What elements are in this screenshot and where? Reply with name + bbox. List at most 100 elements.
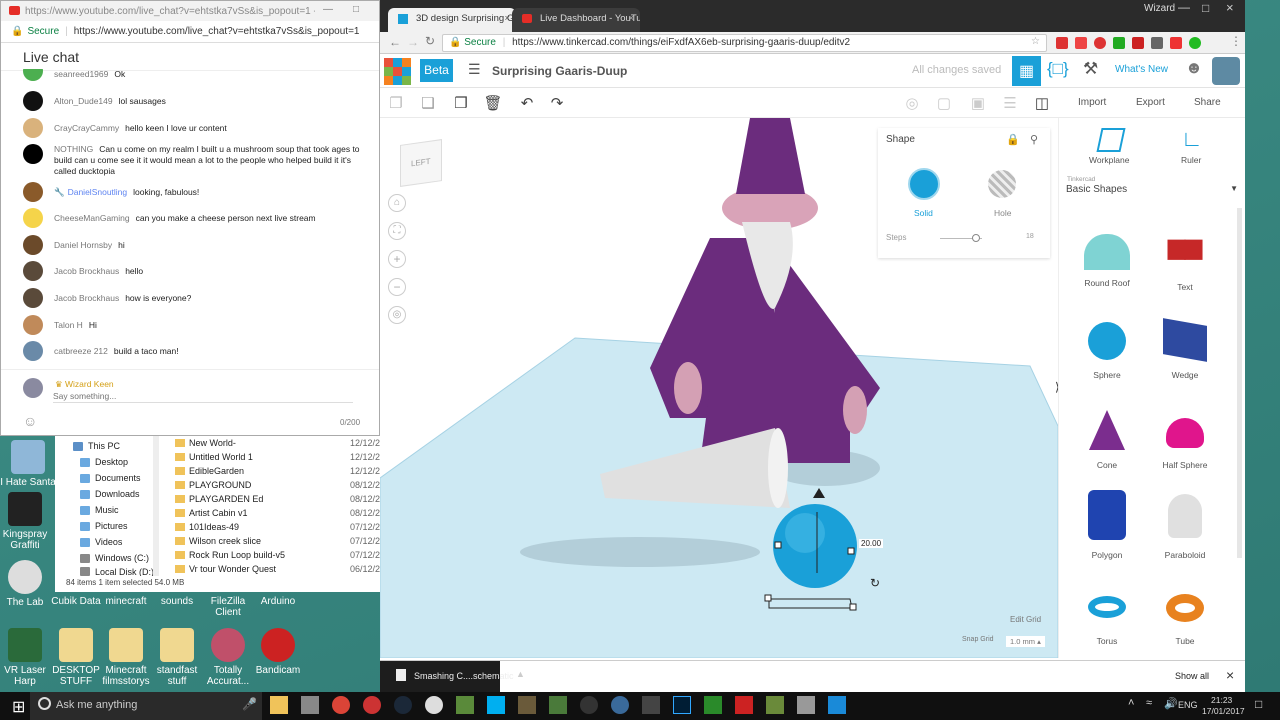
clock-date[interactable]: 17/01/2017 [1202, 706, 1245, 716]
paste-icon[interactable]: ❑ [417, 94, 439, 114]
perspective-icon[interactable]: ◎ [388, 306, 406, 324]
extension-icon[interactable] [1151, 37, 1163, 49]
avatar[interactable] [23, 341, 43, 361]
desktop-icon[interactable]: Arduino [248, 596, 308, 607]
bandicam-icon[interactable] [363, 696, 381, 714]
reload-icon[interactable]: ↻ [425, 34, 435, 48]
share-button[interactable]: Share [1194, 97, 1221, 108]
zoom-out-icon[interactable]: − [388, 278, 406, 296]
chrome-icon[interactable] [332, 696, 350, 714]
emoji-icon[interactable]: ☺ [23, 413, 37, 429]
app-icon[interactable] [735, 696, 753, 714]
extension-icon[interactable] [1075, 37, 1087, 49]
app-icon[interactable] [518, 696, 536, 714]
align-icon[interactable]: ☰ [999, 94, 1021, 114]
extension-icon[interactable] [1189, 37, 1201, 49]
shape-round-roof[interactable]: Round Roof [1067, 234, 1147, 288]
extension-icon[interactable] [1132, 37, 1144, 49]
resize-handle[interactable] [774, 541, 782, 549]
undo-icon[interactable]: ↶ [516, 94, 538, 114]
shape-sphere[interactable]: Sphere [1067, 322, 1147, 380]
ruler-icon[interactable]: ∟ [1181, 126, 1203, 152]
rotate-handle-icon[interactable]: ↻ [870, 576, 880, 590]
import-button[interactable]: Import [1078, 97, 1106, 108]
shape-half-sphere[interactable]: Half Sphere [1145, 410, 1225, 470]
show-all-button[interactable]: Show all [1170, 666, 1214, 686]
avatar[interactable] [23, 208, 43, 228]
light-icon[interactable]: ◎ [901, 94, 923, 114]
mic-icon[interactable]: 🎤 [242, 697, 257, 711]
avatar[interactable] [23, 288, 43, 308]
app-icon[interactable] [642, 696, 660, 714]
slider-knob[interactable] [971, 234, 980, 242]
maximize-icon[interactable]: □ [1202, 1, 1209, 15]
address-bar[interactable]: 🔒 Secure | https://www.youtube.com/live_… [1, 21, 379, 43]
avatar[interactable] [23, 144, 43, 164]
clock-time[interactable]: 21:23 [1211, 695, 1232, 705]
design-name[interactable]: Surprising Gaaris-Duup [492, 64, 627, 78]
avatar[interactable] [23, 69, 43, 81]
whats-new-link[interactable]: What's New [1115, 64, 1168, 75]
file-row[interactable]: New World- 12/12/2 [175, 436, 380, 450]
shape-polygon[interactable]: Polygon [1067, 490, 1147, 560]
wizard-hat[interactable] [736, 118, 805, 194]
shape-torus[interactable]: Torus [1067, 590, 1147, 646]
grid-view-button[interactable]: ▦ [1012, 56, 1041, 86]
chat-input[interactable] [53, 390, 353, 403]
resize-handle[interactable] [764, 594, 772, 602]
file-row[interactable]: 101Ideas-49 07/12/2 [175, 520, 380, 534]
group-icon[interactable]: ▢ [933, 94, 955, 114]
avatar[interactable] [23, 235, 43, 255]
tab-dashboard[interactable]: Live Dashboard - YouTu... × [512, 8, 640, 32]
photoshop-icon[interactable] [673, 696, 691, 714]
file-row[interactable]: Vr tour Wonder Quest 06/12/2 [175, 562, 380, 576]
ruler-label[interactable]: Ruler [1181, 155, 1201, 165]
user-avatar[interactable] [1212, 57, 1240, 85]
shape-text[interactable]: ▆▆ Text [1145, 234, 1225, 292]
app-icon[interactable] [766, 696, 784, 714]
language-indicator[interactable]: ENG [1178, 700, 1198, 710]
desktop-icon[interactable]: I Hate Santa [0, 440, 58, 488]
app-icon[interactable] [828, 696, 846, 714]
trash-icon[interactable]: 🗑 [482, 94, 504, 114]
lock-icon[interactable]: 🔒 [1006, 133, 1020, 146]
address-bar[interactable]: ← → ↻ 🔒 Secure | https://www.tinkercad.c… [380, 32, 1245, 54]
tree-item[interactable]: Windows (C:) [80, 551, 149, 565]
solid-option[interactable] [908, 168, 940, 200]
skype-icon[interactable] [487, 696, 505, 714]
shape-paraboloid[interactable]: Paraboloid [1145, 490, 1225, 560]
view-cube[interactable]: LEFT [400, 139, 442, 187]
avatar[interactable] [23, 315, 43, 335]
search-box[interactable]: Ask me anything 🎤 [30, 692, 262, 720]
avatar[interactable] [23, 182, 43, 202]
back-icon[interactable]: ← [389, 35, 401, 49]
tree-item[interactable]: Local Disk (D:) [80, 567, 154, 576]
file-row[interactable]: Artist Cabin v1 08/12/2 [175, 506, 380, 520]
zoom-in-icon[interactable]: + [388, 250, 406, 268]
fit-view-icon[interactable]: ⛶ [388, 222, 406, 240]
file-row[interactable]: Wilson creek slice 07/12/2 [175, 534, 380, 548]
workplane-label[interactable]: Workplane [1089, 155, 1129, 165]
duplicate-icon[interactable]: ❒ [450, 94, 472, 114]
windows-start-icon[interactable]: ⊞ [12, 697, 25, 717]
desktop-icon[interactable]: Bandicam [248, 628, 308, 676]
dimension-label[interactable]: 20.00 [859, 539, 884, 548]
file-row[interactable]: PLAYGARDEN Ed 08/12/2 [175, 492, 380, 506]
wifi-icon[interactable]: ≈ [1146, 697, 1152, 709]
copy-icon[interactable]: ❐ [385, 94, 407, 114]
extension-icon[interactable] [1056, 37, 1068, 49]
file-row[interactable]: EdibleGarden 12/12/2 [175, 464, 380, 478]
extension-icon[interactable] [1170, 37, 1182, 49]
chevron-up-icon[interactable]: ▲ [516, 669, 525, 679]
app-icon[interactable] [611, 696, 629, 714]
url-field[interactable]: 🔒 Secure | https://www.tinkercad.com/thi… [442, 34, 1047, 52]
github-icon[interactable] [580, 696, 598, 714]
hole-option[interactable] [988, 170, 1016, 198]
tree-item[interactable]: Videos [80, 535, 122, 549]
shape-wedge[interactable]: Wedge [1145, 318, 1225, 380]
profile-name[interactable]: Wizard [1144, 3, 1175, 14]
window-titlebar[interactable]: https://www.youtube.com/live_chat?v=ehts… [1, 1, 379, 21]
tinkercad-logo[interactable] [384, 58, 411, 85]
notifications-icon[interactable]: □ [1255, 697, 1262, 711]
blocks-icon[interactable]: {□} [1047, 59, 1069, 79]
